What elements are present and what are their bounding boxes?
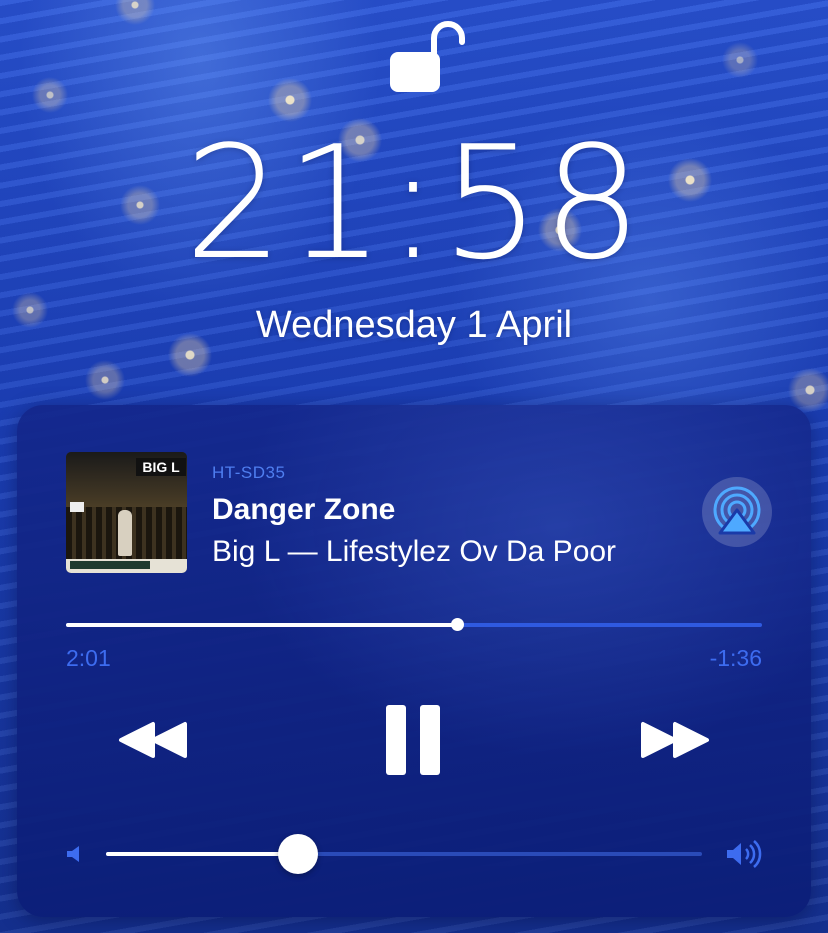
- speaker-low-icon: [67, 846, 79, 862]
- airplay-button[interactable]: [702, 477, 772, 547]
- playback-progress-fill: [66, 623, 458, 627]
- fast-forward-icon: [641, 722, 709, 758]
- remaining-time: -1:36: [709, 645, 762, 671]
- parental-advisory-label: [70, 502, 84, 512]
- lock-screen-time: 21:58: [184, 112, 644, 294]
- fast-forward-button[interactable]: [637, 720, 711, 760]
- playback-scrubber-handle[interactable]: [451, 618, 465, 631]
- airplay-icon: [713, 486, 761, 535]
- elapsed-time: 2:01: [66, 645, 111, 671]
- pause-icon: [386, 705, 440, 775]
- volume-slider-handle[interactable]: [277, 834, 318, 874]
- output-device-name: HT-SD35: [212, 463, 286, 482]
- volume-slider[interactable]: [106, 834, 702, 874]
- rewind-button[interactable]: [117, 720, 191, 760]
- rewind-icon: [119, 722, 187, 758]
- unlocked-padlock-icon: [390, 21, 465, 92]
- volume-level-fill: [106, 852, 298, 856]
- album-logo: BIG L: [136, 458, 186, 476]
- track-title: Danger Zone: [212, 493, 396, 526]
- album-artwork[interactable]: BIG L: [66, 452, 187, 573]
- artist-album-label: Big L — Lifestylez Ov Da Poor: [212, 535, 617, 568]
- pause-button[interactable]: [384, 703, 444, 777]
- speaker-high-icon: [727, 840, 762, 868]
- now-playing-widget: BIG L HT-SD35 Danger Zone Big L — Lifest…: [17, 405, 811, 917]
- playback-scrubber[interactable]: [66, 618, 762, 631]
- lock-screen-date: Wednesday 1 April: [255, 304, 573, 346]
